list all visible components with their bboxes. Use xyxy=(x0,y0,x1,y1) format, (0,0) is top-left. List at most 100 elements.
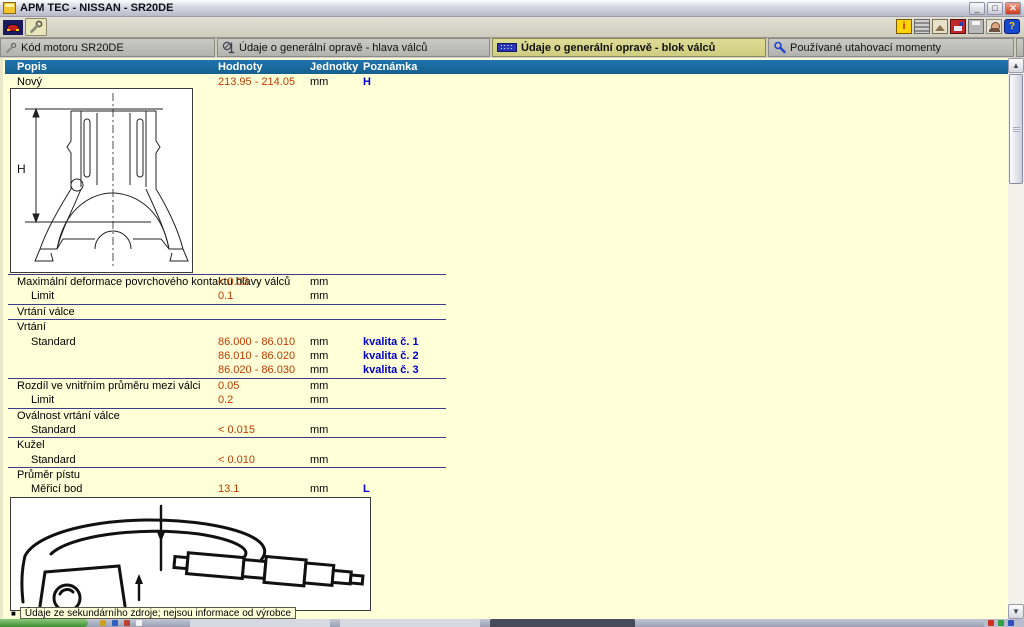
value-cell xyxy=(218,409,310,423)
unit-cell: mm xyxy=(310,363,363,377)
value-cell: 0.2 xyxy=(218,393,310,407)
desc-cell xyxy=(5,363,218,377)
note-cell xyxy=(363,379,1008,393)
image-icon[interactable] xyxy=(932,19,948,34)
tray-icon[interactable] xyxy=(1008,620,1014,626)
table-row: 86.020 - 86.030mmkvalita č. 3 xyxy=(5,363,1008,377)
desc-cell: Oválnost vrtání válce xyxy=(5,409,218,423)
unit-cell: mm xyxy=(310,482,363,496)
valve-icon xyxy=(222,41,235,54)
scroll-down-icon[interactable]: ▼ xyxy=(1008,604,1024,619)
unit-cell xyxy=(310,409,363,423)
value-cell xyxy=(218,438,310,452)
table-row: Limit0.1mm xyxy=(5,289,1008,303)
title-bar: APM TEC - NISSAN - SR20DE _ □ ✕ xyxy=(0,0,1024,17)
toolbar: i ? xyxy=(0,17,1024,38)
table-row: Průměr pístu xyxy=(5,468,1008,482)
close-button[interactable]: ✕ xyxy=(1005,2,1021,15)
unit-cell: mm xyxy=(310,453,363,467)
unit-cell xyxy=(310,468,363,482)
unit-cell xyxy=(310,305,363,319)
engine-block-icon: :::: xyxy=(497,43,517,52)
toolbar-right-icons: i ? xyxy=(896,19,1020,34)
unit-cell: mm xyxy=(310,75,363,89)
task-button[interactable] xyxy=(340,619,480,627)
start-button[interactable] xyxy=(0,619,88,627)
tray-icon[interactable] xyxy=(998,620,1004,626)
tab-label: Kód motoru SR20DE xyxy=(21,42,124,54)
header-jednotky: Jednotky xyxy=(310,60,363,74)
wrench-icon[interactable] xyxy=(25,18,47,36)
unit-cell xyxy=(310,438,363,452)
value-cell xyxy=(218,468,310,482)
save-icon[interactable] xyxy=(950,19,966,34)
vertical-scrollbar[interactable]: ▲ ▼ xyxy=(1008,58,1024,619)
desc-cell: Standard xyxy=(5,423,218,437)
note-cell xyxy=(363,468,1008,482)
note-cell: kvalita č. 1 xyxy=(363,335,1008,349)
table-row: Standard86.000 - 86.010mmkvalita č. 1 xyxy=(5,335,1008,349)
unit-cell: mm xyxy=(310,289,363,303)
note-cell xyxy=(363,305,1008,319)
table-row: Standard< 0.010mm xyxy=(5,453,1008,467)
value-cell xyxy=(218,305,310,319)
desc-cell: Kužel xyxy=(5,438,218,452)
desc-cell: Průměr pístu xyxy=(5,468,218,482)
quicklaunch-icon[interactable] xyxy=(124,620,130,626)
quicklaunch-icon[interactable] xyxy=(136,620,142,626)
tab-label: Údaje o generální opravě - blok válců xyxy=(521,42,715,54)
scrollbar-thumb[interactable] xyxy=(1009,74,1023,184)
tab-strip-filler xyxy=(1016,38,1024,57)
app-icon xyxy=(3,2,16,14)
note-cell xyxy=(363,438,1008,452)
table-row: Vrtání xyxy=(5,320,1008,334)
desc-cell: Standard xyxy=(5,453,218,467)
tray-icon[interactable] xyxy=(988,620,994,626)
help-icon[interactable]: ? xyxy=(1004,19,1020,34)
tab-overhaul-cylinder-head[interactable]: Údaje o generální opravě - hlava válců xyxy=(217,38,490,57)
note-cell: L xyxy=(363,482,1008,496)
tab-label: Údaje o generální opravě - hlava válců xyxy=(239,42,427,54)
info-icon[interactable]: i xyxy=(896,19,912,34)
print-icon[interactable] xyxy=(968,19,984,34)
quicklaunch-icon[interactable] xyxy=(100,620,106,626)
task-button-active[interactable] xyxy=(490,619,635,627)
status-note-text: Údaje ze sekundárního zdroje; nejsou inf… xyxy=(20,607,296,619)
value-cell: < 0.03 xyxy=(218,275,310,289)
table-row: Standard< 0.015mm xyxy=(5,423,1008,437)
user-icon[interactable] xyxy=(986,19,1002,34)
window-title: APM TEC - NISSAN - SR20DE xyxy=(20,2,173,14)
vehicle-icon[interactable] xyxy=(2,18,24,36)
maximize-button[interactable]: □ xyxy=(987,2,1003,15)
desc-cell: Vrtání xyxy=(5,320,218,334)
desc-cell: Vrtání válce xyxy=(5,305,218,319)
table-rows: Maximální deformace povrchového kontaktu… xyxy=(5,274,1008,497)
note-cell xyxy=(363,289,1008,303)
tab-overhaul-cylinder-block[interactable]: :::: Údaje o generální opravě - blok vál… xyxy=(492,38,766,57)
quicklaunch-icon[interactable] xyxy=(112,620,118,626)
value-cell: 0.1 xyxy=(218,289,310,303)
tab-label: Používané utahovací momenty xyxy=(790,42,941,54)
desc-cell: Rozdíl ve vnitřním průměru mezi válci xyxy=(5,379,218,393)
value-cell: < 0.015 xyxy=(218,423,310,437)
note-cell xyxy=(363,320,1008,334)
table-row: Limit0.2mm xyxy=(5,393,1008,407)
tab-torque-values[interactable]: Používané utahovací momenty xyxy=(768,38,1014,57)
scroll-up-icon[interactable]: ▲ xyxy=(1008,58,1024,73)
value-cell: 86.000 - 86.010 xyxy=(218,335,310,349)
task-button[interactable] xyxy=(190,619,330,627)
table-header: Popis Hodnoty Jednotky Poznámka xyxy=(5,60,1008,74)
database-icon[interactable] xyxy=(914,19,930,34)
minimize-button[interactable]: _ xyxy=(969,2,985,15)
desc-cell: Standard xyxy=(5,335,218,349)
tab-engine-code[interactable]: Kód motoru SR20DE xyxy=(0,38,215,57)
wrench-icon xyxy=(5,42,17,54)
tab-strip: Kód motoru SR20DE Údaje o generální opra… xyxy=(0,38,1024,57)
header-popis: Popis xyxy=(5,60,218,74)
desc-cell: Měřicí bod xyxy=(5,482,218,496)
header-poznamka: Poznámka xyxy=(363,60,1008,74)
table-row: Rozdíl ve vnitřním průměru mezi válci0.0… xyxy=(5,379,1008,393)
status-note: ■ Údaje ze sekundárního zdroje; nejsou i… xyxy=(11,607,296,619)
unit-cell: mm xyxy=(310,349,363,363)
value-cell: < 0.010 xyxy=(218,453,310,467)
